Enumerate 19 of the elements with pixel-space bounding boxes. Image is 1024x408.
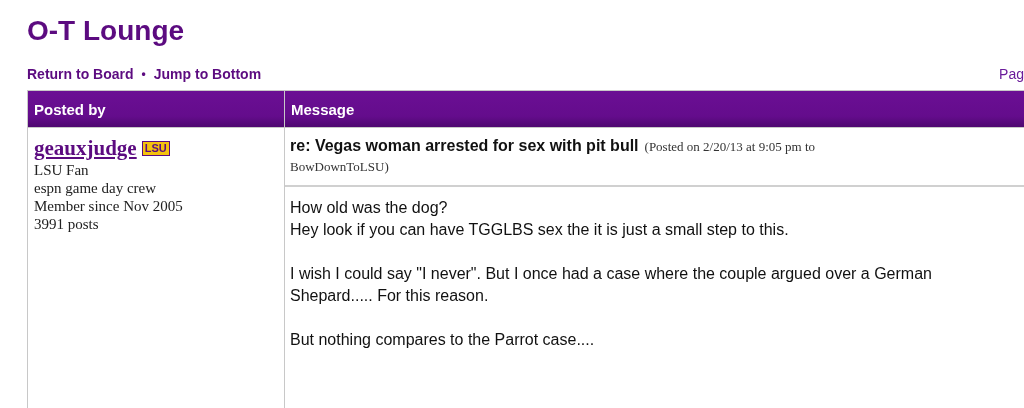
author-info: LSU Fan [34, 161, 90, 179]
column-header: Posted by [28, 91, 284, 127]
forum-title: O-T Lounge [27, 14, 186, 48]
post-meta: BowDownToLSU) [290, 158, 389, 176]
message-paragraph: But nothing compares to the Parrot case.... [290, 330, 596, 350]
nav-link[interactable]: Jump to Bottom [153, 66, 262, 82]
post-meta: (Posted on 2/20/13 at 9:05 pm to [644, 139, 815, 154]
nav-link[interactable]: Return to Board [27, 66, 134, 82]
author-info: espn game day crew [34, 179, 158, 197]
team-badge: LSU [141, 141, 170, 156]
pagination-link[interactable]: Pag [999, 66, 1024, 82]
message-paragraph: How old was the dog? Hey look if you can have TGGLBS sex the it is just a small step to this. [290, 198, 790, 240]
post-subject: re: Vegas woman arrested for sex with pit bull [290, 137, 639, 154]
author-info: 3991 posts [34, 215, 100, 233]
column-header: Message [284, 91, 1024, 127]
author-link[interactable]: geauxjudge [34, 136, 137, 161]
separator-dot: • [141, 67, 146, 81]
author-info: Member since Nov 2005 [34, 197, 184, 215]
message-paragraph: I wish I could say "I never". But I once had a case where the couple argued over a German Shepard..... For this reason. [290, 264, 933, 306]
